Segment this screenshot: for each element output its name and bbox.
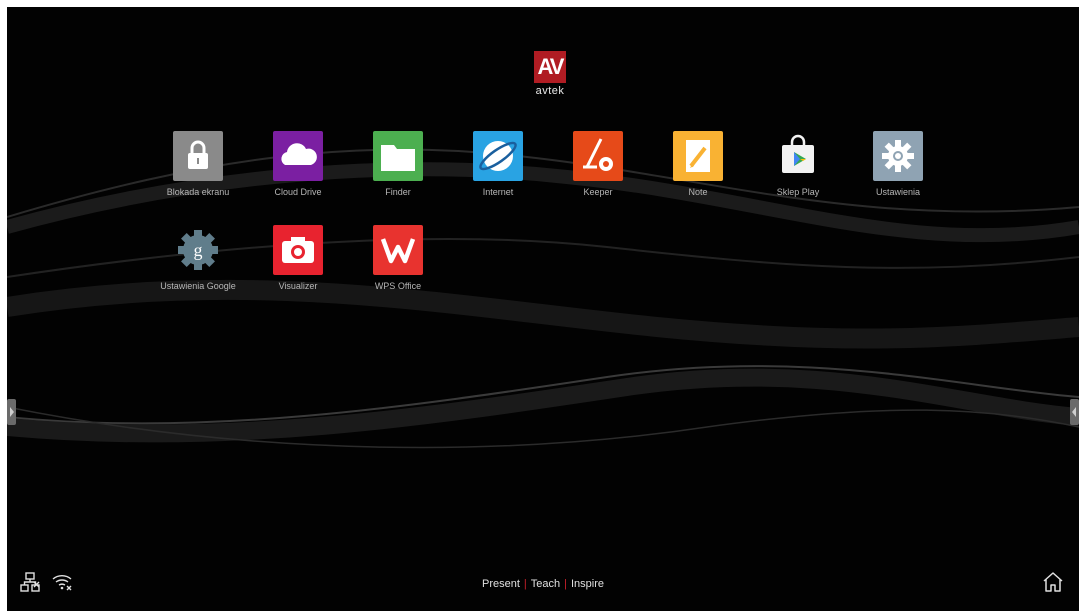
app-label: Internet [482, 187, 514, 197]
app-label: Sklep Play [776, 187, 820, 197]
app-label: Cloud Drive [274, 187, 322, 197]
play-store-icon [773, 131, 823, 181]
footer-slogan: Present | Teach | Inspire [7, 578, 1079, 590]
app-wps-office[interactable]: WPS Office [348, 225, 448, 291]
app-label: WPS Office [374, 281, 422, 291]
app-note[interactable]: Note [648, 131, 748, 197]
slogan-separator: | [523, 578, 527, 590]
right-drawer-handle[interactable] [1070, 399, 1079, 425]
slogan-separator: | [564, 578, 567, 590]
app-label: Finder [385, 187, 411, 197]
app-finder[interactable]: Finder [348, 131, 448, 197]
chevron-right-icon [10, 407, 14, 417]
app-visualizer[interactable]: Visualizer [248, 225, 348, 291]
chevron-left-icon [1072, 407, 1076, 417]
wps-icon [373, 225, 423, 275]
gear-icon [873, 131, 923, 181]
app-label: Blokada ekranu [166, 187, 230, 197]
lock-icon [173, 131, 223, 181]
cloud-icon [273, 131, 323, 181]
slogan-inspire: Inspire [570, 578, 605, 590]
google-settings-icon: g [173, 225, 223, 275]
app-ustawienia[interactable]: Ustawienia [848, 131, 948, 197]
left-drawer-handle[interactable] [7, 399, 16, 425]
vacuum-icon [573, 131, 623, 181]
folder-icon [373, 131, 423, 181]
note-icon [673, 131, 723, 181]
app-label: Keeper [583, 187, 613, 197]
app-keeper[interactable]: Keeper [548, 131, 648, 197]
slogan-present: Present [481, 578, 520, 590]
globe-icon [473, 131, 523, 181]
home-icon[interactable] [1041, 570, 1065, 594]
slogan-teach: Teach [530, 578, 561, 590]
app-sklep-play[interactable]: Sklep Play [748, 131, 848, 197]
app-internet[interactable]: Internet [448, 131, 548, 197]
app-ustawienia-google[interactable]: g Ustawienia Google [148, 225, 248, 291]
brand-logo-mark: AV [534, 51, 566, 83]
app-label: Visualizer [278, 281, 318, 291]
app-label: Ustawienia Google [160, 281, 236, 291]
app-label: Ustawienia [875, 187, 921, 197]
svg-text:g: g [194, 240, 203, 260]
camera-icon [273, 225, 323, 275]
app-label: Note [688, 187, 708, 197]
app-blokada-ekranu[interactable]: Blokada ekranu [148, 131, 248, 197]
brand-name: avtek [535, 85, 565, 97]
app-cloud-drive[interactable]: Cloud Drive [248, 131, 348, 197]
desktop-screen: AV avtek Blokada ekranu Cloud Drive Find… [7, 7, 1079, 611]
brand-logo: AV avtek [532, 51, 568, 107]
